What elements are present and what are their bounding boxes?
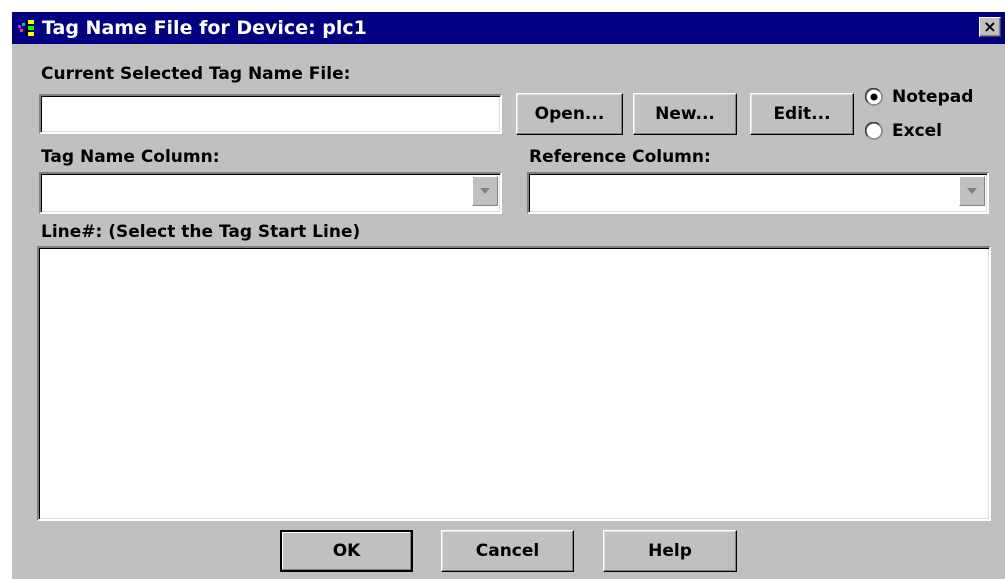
chevron-down-icon: [480, 188, 490, 194]
open-button[interactable]: Open...: [516, 93, 623, 135]
reference-column-dropdown-button[interactable]: [959, 176, 985, 206]
edit-button[interactable]: Edit...: [750, 93, 854, 135]
help-button[interactable]: Help: [603, 530, 737, 572]
radio-excel-indicator[interactable]: [865, 122, 883, 140]
cancel-button-label: Cancel: [475, 541, 540, 561]
close-button[interactable]: ×: [979, 17, 1001, 37]
ok-button[interactable]: OK: [280, 530, 413, 572]
reference-column-label: Reference Column:: [529, 147, 711, 167]
radio-excel-label[interactable]: Excel: [892, 121, 942, 141]
tag-name-column-dropdown-button[interactable]: [472, 176, 498, 206]
chevron-down-icon: [967, 188, 977, 194]
open-button-label: Open...: [534, 104, 605, 124]
current-file-label: Current Selected Tag Name File:: [41, 64, 351, 84]
window-title: Tag Name File for Device: plc1: [42, 17, 367, 39]
current-file-input[interactable]: [39, 94, 502, 134]
help-button-label: Help: [648, 541, 692, 561]
tag-name-column-label: Tag Name Column:: [41, 147, 220, 167]
new-button[interactable]: New...: [633, 93, 737, 135]
title-bar[interactable]: Tag Name File for Device: plc1 ×: [12, 12, 1005, 44]
line-list-box[interactable]: [37, 246, 991, 521]
line-list-label: Line#: (Select the Tag Start Line): [41, 222, 361, 242]
ok-button-label: OK: [332, 541, 361, 561]
new-button-label: New...: [655, 104, 715, 124]
radio-notepad-label[interactable]: Notepad: [892, 87, 973, 107]
cancel-button[interactable]: Cancel: [441, 530, 574, 572]
tag-name-file-dialog: Tag Name File for Device: plc1 × Current…: [10, 10, 1005, 579]
tag-name-column-select[interactable]: [39, 172, 502, 214]
application-icon: [18, 19, 38, 37]
edit-button-label: Edit...: [773, 104, 831, 124]
reference-column-select[interactable]: [527, 172, 989, 214]
close-icon: ×: [983, 17, 997, 36]
radio-notepad-indicator[interactable]: [865, 88, 883, 106]
